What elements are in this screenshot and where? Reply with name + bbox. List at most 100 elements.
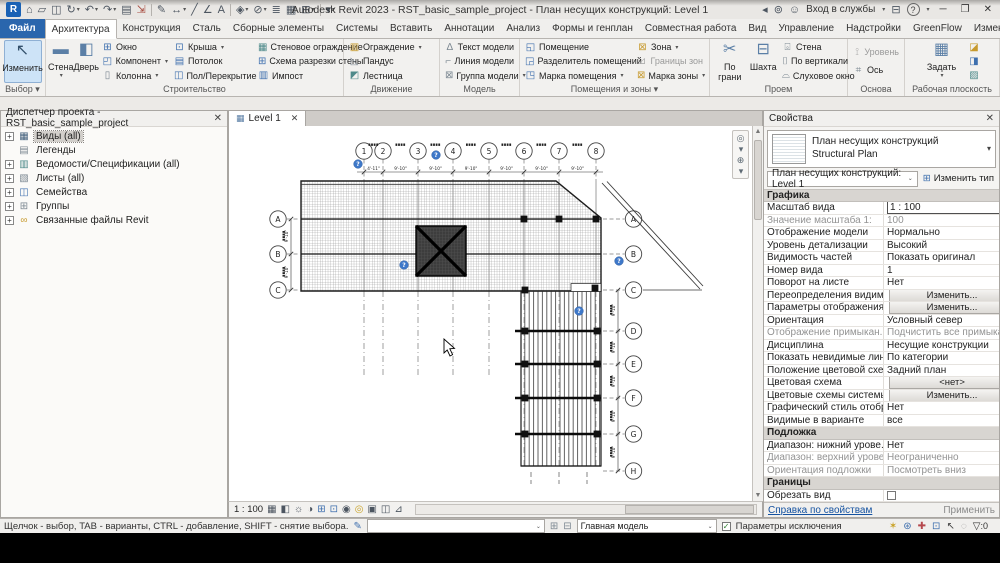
- ribbon-tab-14[interactable]: GreenFlow: [907, 19, 968, 38]
- property-value[interactable]: все: [884, 415, 999, 427]
- dimension-icon[interactable]: ↔▾: [169, 2, 188, 18]
- ribbon-tab-4[interactable]: Сборные элементы: [227, 19, 330, 38]
- help-icon[interactable]: ?: [907, 3, 920, 16]
- close-hidden-icon[interactable]: ▦: [284, 2, 298, 18]
- expand-icon[interactable]: +: [5, 160, 14, 169]
- scroll-thumb[interactable]: [625, 505, 754, 514]
- model-group-button[interactable]: ⊠Группа модели▾: [445, 70, 514, 81]
- ramp-button[interactable]: ◺Пандус: [349, 56, 434, 67]
- wall-button[interactable]: ▬Стена▾: [48, 40, 74, 82]
- property-button[interactable]: <нет>: [889, 377, 999, 389]
- property-value[interactable]: Нет: [884, 402, 999, 414]
- open-icon[interactable]: ▱: [36, 2, 48, 18]
- vertical-scrollbar[interactable]: ▲ ▼: [752, 126, 763, 502]
- viewer-button[interactable]: ◨: [969, 56, 980, 67]
- property-value[interactable]: Изменить...: [884, 302, 999, 314]
- area-boundary-button[interactable]: ⊿Границы зон: [637, 56, 703, 67]
- ribbon-tab-5[interactable]: Системы: [330, 19, 384, 38]
- tree-item[interactable]: ▤Легенды: [5, 144, 227, 158]
- window-button[interactable]: ⊞Окно: [102, 42, 168, 53]
- property-value[interactable]: Несущие конструкции: [884, 340, 999, 352]
- show-workplane-button[interactable]: ◪: [969, 42, 980, 53]
- close-icon[interactable]: ✕: [214, 113, 222, 124]
- customize-icon[interactable]: ▾▾: [324, 2, 338, 18]
- tree-item[interactable]: +⊞Группы: [5, 200, 227, 214]
- property-value[interactable]: Подчистить все примыкан...: [884, 327, 999, 339]
- detail-level-icon[interactable]: ▦: [267, 504, 276, 515]
- user-icon[interactable]: ☺: [789, 4, 800, 16]
- unlocked-view-icon[interactable]: ▣: [367, 504, 376, 515]
- view-3d-icon[interactable]: ◈▾: [234, 2, 250, 18]
- property-value[interactable]: Высокий: [884, 240, 999, 252]
- model-line-button[interactable]: ⌐Линия модели: [445, 56, 514, 67]
- property-value[interactable]: Изменить...: [884, 290, 999, 302]
- expand-icon[interactable]: +: [5, 174, 14, 183]
- expand-icon[interactable]: +: [5, 202, 14, 211]
- chevron-down-icon[interactable]: ▾: [739, 144, 744, 154]
- chevron-down-icon[interactable]: ▾: [739, 166, 744, 176]
- worksets-icon[interactable]: ✶: [889, 521, 897, 532]
- crop-visible-icon[interactable]: ⊡: [330, 504, 338, 515]
- temporary-hide-icon[interactable]: ◉: [342, 504, 351, 515]
- tree-item[interactable]: +▧Листы (all): [5, 172, 227, 186]
- ribbon-tab-7[interactable]: Аннотации: [438, 19, 500, 38]
- apply-button[interactable]: Применить: [943, 505, 995, 516]
- reveal-hidden-icon[interactable]: ◎: [355, 504, 364, 515]
- vertical-opening-button[interactable]: ⌷По вертикали: [782, 56, 842, 67]
- editable-only-icon[interactable]: ⊞: [550, 521, 558, 532]
- properties-help-link[interactable]: Справка по свойствам: [768, 505, 872, 516]
- room-button[interactable]: ◱Помещение: [525, 42, 631, 53]
- set-workplane-button[interactable]: ▦Задать▾: [922, 40, 962, 82]
- property-value[interactable]: Условный север: [884, 315, 999, 327]
- select-pinned-icon[interactable]: ✚: [918, 521, 926, 532]
- expand-icon[interactable]: +: [5, 188, 14, 197]
- tree-item[interactable]: +▥Ведомости/Спецификации (all): [5, 158, 227, 172]
- property-value[interactable]: [884, 490, 999, 502]
- sync-icon[interactable]: ↻▾: [65, 2, 82, 18]
- ribbon-tab-11[interactable]: Вид: [742, 19, 772, 38]
- opening-by-face-button[interactable]: ✂По грани: [712, 40, 747, 82]
- revit-logo-icon[interactable]: R: [4, 2, 23, 17]
- steering-wheel-icon[interactable]: ◎: [737, 133, 745, 143]
- ribbon-tab-8[interactable]: Анализ: [500, 19, 546, 38]
- exclusions-checkbox[interactable]: ✓: [722, 522, 731, 531]
- ribbon-tab-6[interactable]: Вставить: [384, 19, 438, 38]
- shaft-button[interactable]: ⊟Шахта: [747, 40, 779, 82]
- property-button[interactable]: Изменить...: [889, 290, 999, 302]
- collapse-arrow-icon[interactable]: ◂: [762, 3, 768, 16]
- ribbon-tab-2[interactable]: Конструкция: [117, 19, 187, 38]
- design-option-icon[interactable]: ⊟: [563, 521, 571, 532]
- property-value[interactable]: Посмотреть вниз: [884, 465, 999, 477]
- property-value[interactable]: 1: [884, 265, 999, 277]
- ribbon-tab-3[interactable]: Сталь: [187, 19, 227, 38]
- section-icon[interactable]: ⊘▾: [251, 2, 268, 18]
- expand-icon[interactable]: +: [5, 132, 14, 141]
- worksharing-display-icon[interactable]: ◫: [381, 504, 390, 515]
- ribbon-tab-12[interactable]: Управление: [772, 19, 840, 38]
- property-value[interactable]: Изменить...: [884, 390, 999, 402]
- detail-line-icon[interactable]: ╱: [189, 2, 200, 18]
- curtain-system-button[interactable]: ▦Стеновое ограждение: [258, 42, 356, 53]
- component-button[interactable]: ◰Компонент▾: [102, 56, 168, 67]
- railing-button[interactable]: ▥Ограждение▾: [349, 42, 434, 53]
- room-tag-button[interactable]: ◳Марка помещения▾: [525, 70, 631, 81]
- grid-button[interactable]: ⌗Ось: [853, 65, 899, 76]
- room-separator-button[interactable]: ◲Разделитель помещений: [525, 56, 631, 67]
- panel-label-room-area[interactable]: Помещения и зоны ▾: [520, 84, 709, 96]
- property-value[interactable]: <нет>: [884, 377, 999, 389]
- property-edit-field[interactable]: 1 : 100: [887, 202, 999, 214]
- text-icon[interactable]: A: [216, 2, 227, 18]
- close-view-icon[interactable]: ✕: [291, 113, 299, 124]
- ref-plane-button[interactable]: ▨: [969, 70, 980, 81]
- thin-lines-icon[interactable]: ≣: [270, 2, 283, 18]
- model-text-button[interactable]: ∆Текст модели: [445, 42, 514, 53]
- type-selector[interactable]: План несущих конструкций Structural Plan…: [767, 130, 996, 168]
- close-icon[interactable]: ✕: [986, 113, 994, 124]
- scroll-thumb[interactable]: [754, 140, 762, 220]
- export-pdf-icon[interactable]: ⇲: [135, 2, 148, 18]
- door-button[interactable]: ◧Дверь: [74, 40, 99, 82]
- crop-view-icon[interactable]: ⊞: [317, 504, 325, 515]
- minimize-button[interactable]: ─: [936, 4, 951, 15]
- element-selector-combo[interactable]: План несущих конструкций: Level 1⌄: [767, 171, 918, 187]
- filter-icon[interactable]: ▽:0: [973, 521, 988, 532]
